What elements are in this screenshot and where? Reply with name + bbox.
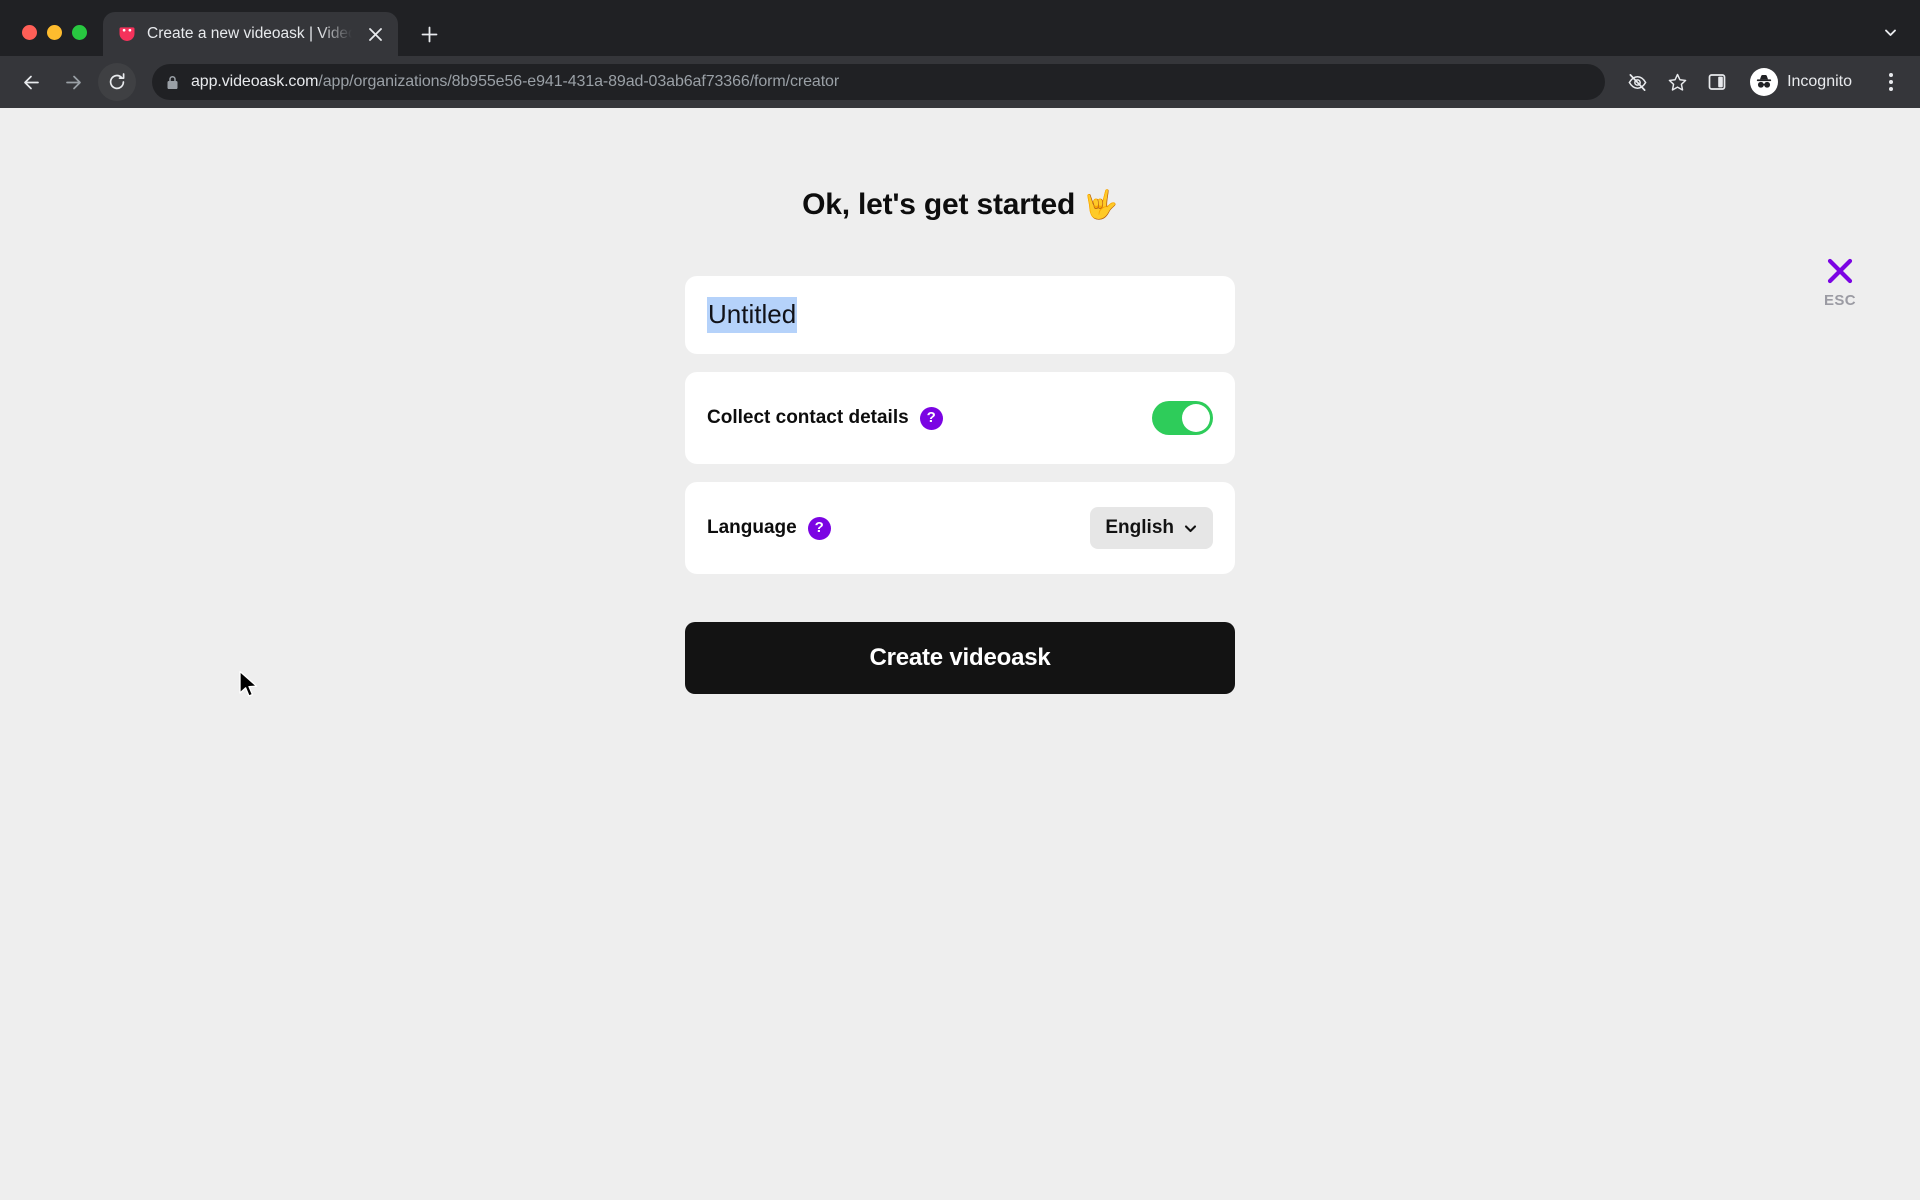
navigation-toolbar: app.videoask.com/app/organizations/8b955…	[0, 56, 1920, 108]
collect-contact-details-toggle[interactable]	[1152, 401, 1213, 435]
language-label: Language	[707, 517, 797, 538]
language-selected-value: English	[1105, 517, 1174, 538]
tab-search-chevron-down-icon[interactable]	[1874, 16, 1906, 48]
profile-label: Incognito	[1787, 73, 1852, 90]
language-select[interactable]: English	[1090, 507, 1213, 549]
url-path: /app/organizations/8b955e56-e941-431a-89…	[318, 73, 840, 90]
reload-icon[interactable]	[98, 63, 136, 101]
close-esc-button[interactable]: ESC	[1804, 256, 1876, 309]
language-row: Language ? English	[685, 482, 1235, 574]
row-left: Language ?	[707, 516, 831, 540]
page-viewport: ESC Ok, let's get started 🤟 Untitled Col…	[0, 108, 1920, 1200]
toggle-knob	[1182, 404, 1210, 432]
question-mark-icon[interactable]: ?	[919, 406, 943, 430]
address-bar[interactable]: app.videoask.com/app/organizations/8b955…	[152, 64, 1606, 100]
tab-strip: Create a new videoask | Video	[0, 0, 1920, 56]
mouse-cursor	[239, 670, 258, 697]
hand-emoji: 🤟	[1083, 189, 1118, 220]
toolbar-right: Incognito	[1619, 64, 1908, 100]
side-panel-icon[interactable]	[1699, 64, 1735, 100]
forward-arrow-icon[interactable]	[54, 63, 92, 101]
chevron-down-icon	[1184, 524, 1197, 532]
star-icon[interactable]	[1659, 64, 1695, 100]
tab-close-icon[interactable]	[362, 21, 388, 47]
profile-incognito-button[interactable]: Incognito	[1745, 64, 1866, 100]
close-x-icon	[1827, 258, 1853, 284]
create-videoask-button[interactable]: Create videoask	[685, 622, 1235, 694]
incognito-hat-icon	[1750, 68, 1779, 96]
window-minimize-button[interactable]	[47, 25, 62, 40]
browser-window: Create a new videoask | Video app.videoa…	[0, 0, 1920, 1200]
page-title-text: Ok, let's get started	[802, 188, 1076, 221]
browser-tab[interactable]: Create a new videoask | Video	[103, 12, 398, 56]
title-input-card[interactable]: Untitled	[685, 276, 1235, 354]
url-text: app.videoask.com/app/organizations/8b955…	[191, 73, 839, 91]
tab-title: Create a new videoask | Video	[147, 25, 352, 42]
page-title: Ok, let's get started 🤟	[685, 188, 1235, 222]
collect-contact-details-label: Collect contact details	[707, 407, 909, 428]
new-tab-button[interactable]	[412, 17, 446, 51]
window-controls	[0, 25, 103, 56]
esc-label: ESC	[1823, 292, 1857, 309]
eye-slash-icon[interactable]	[1619, 64, 1655, 100]
window-close-button[interactable]	[22, 25, 37, 40]
lock-icon	[166, 75, 180, 90]
window-maximize-button[interactable]	[72, 25, 87, 40]
question-mark-icon[interactable]: ?	[807, 516, 831, 540]
create-videoask-label: Create videoask	[869, 644, 1051, 671]
back-arrow-icon[interactable]	[12, 63, 50, 101]
videoask-title-input[interactable]: Untitled	[707, 297, 798, 333]
creator-form: Ok, let's get started 🤟 Untitled Collect…	[685, 108, 1235, 694]
collect-contact-details-row: Collect contact details ?	[685, 372, 1235, 464]
url-host: app.videoask.com	[191, 73, 319, 90]
row-left: Collect contact details ?	[707, 406, 943, 430]
videoask-smiley-icon	[117, 24, 137, 44]
three-dot-menu-icon[interactable]	[1874, 64, 1908, 100]
